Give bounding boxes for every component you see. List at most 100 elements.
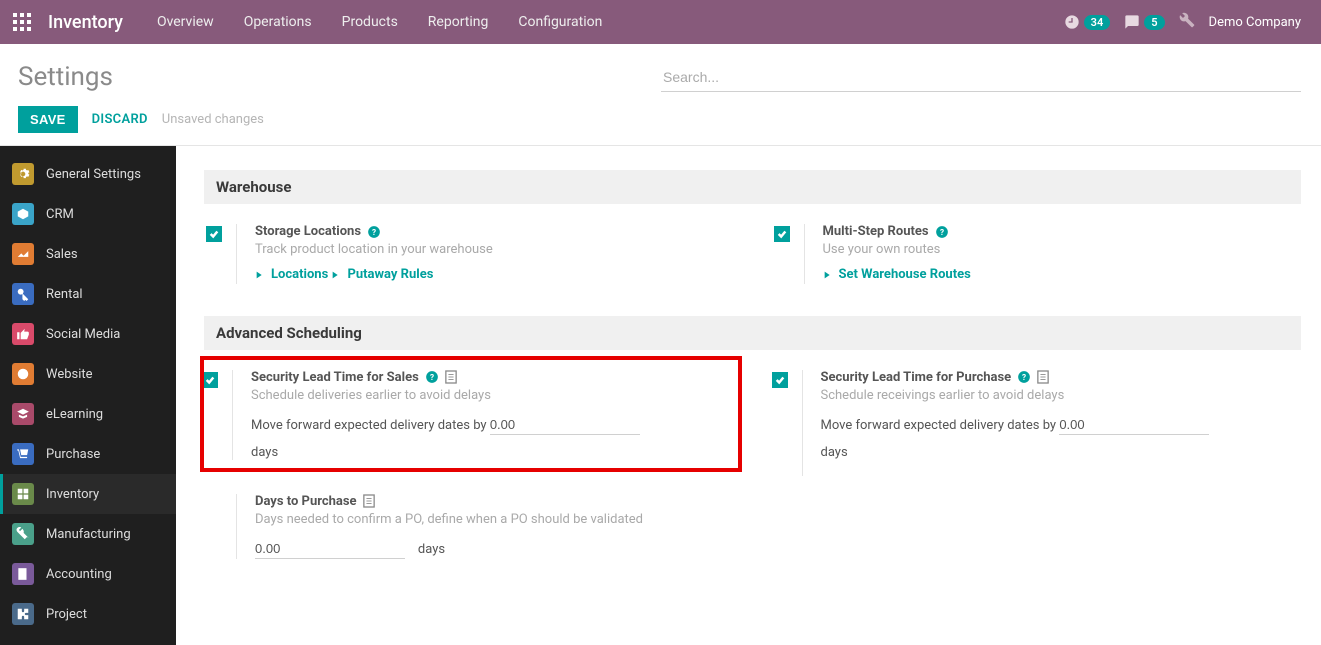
messages-count: 5 [1144,15,1164,30]
menu-products[interactable]: Products [330,0,410,44]
help-icon[interactable]: ? [425,370,439,384]
checkbox-multi-step-routes[interactable] [774,226,790,242]
clock-icon [1064,14,1080,30]
key-icon [16,287,30,301]
search-input[interactable] [661,63,1301,92]
unit-label: days [251,445,732,460]
book-icon [16,567,30,581]
setting-desc: Schedule deliveries earlier to avoid del… [251,388,732,403]
link-label: Locations [271,267,328,282]
messages-indicator[interactable]: 5 [1124,14,1164,30]
warehouse-row: Storage Locations ? Track product locati… [206,224,1301,284]
section-advanced-scheduling: Advanced Scheduling [204,316,1301,350]
graduation-icon [16,407,30,421]
field-label: Move forward expected delivery dates by [251,418,487,433]
doc-icon[interactable] [1037,370,1049,384]
page-title: Settings [18,62,113,92]
link-set-warehouse-routes[interactable]: Set Warehouse Routes [823,267,971,282]
boxes-icon [16,487,30,501]
setting-security-lead-time-sales: Security Lead Time for Sales ? Schedule … [202,358,740,470]
action-bar: SAVE DISCARD Unsaved changes [0,102,1321,145]
section-warehouse: Warehouse [204,170,1301,204]
apps-icon[interactable] [0,13,44,31]
setting-desc: Track product location in your warehouse [255,242,734,257]
advanced-row: Security Lead Time for Sales ? Schedule … [206,370,1301,476]
sidebar-item-inventory[interactable]: Inventory [0,474,176,514]
checkbox-security-lead-time-purchase[interactable] [772,372,788,388]
setting-title-label: Security Lead Time for Purchase [821,370,1012,385]
setting-desc: Days needed to confirm a PO, define when… [255,512,734,527]
setting-title-label: Multi-Step Routes [823,224,929,239]
checkbox-storage-locations[interactable] [206,226,222,242]
sidebar-item-crm[interactable]: CRM [0,194,176,234]
sidebar-item-label: Rental [46,287,83,302]
puzzle-icon [16,607,30,621]
globe-icon [16,367,30,381]
sidebar-item-website[interactable]: Website [0,354,176,394]
company-selector[interactable]: Demo Company [1209,15,1301,30]
settings-content: Warehouse Storage Locations ? Track prod… [176,146,1321,645]
days-to-purchase-row: Days to Purchase Days needed to confirm … [206,494,1301,559]
days-to-purchase-input[interactable] [255,539,405,559]
control-bar: Settings [0,44,1321,102]
help-icon[interactable]: ? [935,225,949,239]
setting-title-label: Security Lead Time for Sales [251,370,419,385]
topbar-right: 34 5 Demo Company [1064,12,1321,32]
doc-icon[interactable] [363,494,375,508]
sidebar-item-social-media[interactable]: Social Media [0,314,176,354]
setting-title-label: Days to Purchase [255,494,357,509]
arrow-right-icon [823,270,833,280]
topbar: Inventory Overview Operations Products R… [0,0,1321,44]
thumbs-up-icon [16,327,30,341]
activity-count: 34 [1084,15,1111,30]
link-label: Set Warehouse Routes [839,267,971,282]
link-locations[interactable]: Locations [255,267,328,282]
debug-icon[interactable] [1179,12,1195,32]
sidebar-item-project[interactable]: Project [0,594,176,634]
doc-icon[interactable] [445,370,457,384]
link-putaway-rules[interactable]: Putaway Rules [331,267,433,282]
link-label: Putaway Rules [347,267,433,282]
sidebar-item-label: Purchase [46,447,100,462]
svg-text:?: ? [372,226,376,236]
purchase-lead-time-input[interactable] [1059,415,1209,435]
save-button[interactable]: SAVE [18,106,78,133]
sidebar-item-label: Manufacturing [46,527,131,542]
top-menu: Overview Operations Products Reporting C… [145,0,614,44]
settings-sidebar: General Settings CRM Sales Rental Social… [0,146,176,645]
gear-icon [16,167,30,181]
checkbox-security-lead-time-sales[interactable] [202,372,218,388]
app-name[interactable]: Inventory [44,12,145,33]
sidebar-item-label: Social Media [46,327,120,342]
sidebar-item-label: Sales [46,247,78,262]
field-label: Move forward expected delivery dates by [821,418,1057,433]
menu-overview[interactable]: Overview [145,0,226,44]
arrow-right-icon [331,270,341,280]
discard-button[interactable]: DISCARD [92,112,148,127]
sidebar-item-general-settings[interactable]: General Settings [0,154,176,194]
sidebar-item-label: Inventory [46,487,99,502]
body: General Settings CRM Sales Rental Social… [0,145,1321,645]
cart-icon [16,447,30,461]
sidebar-item-purchase[interactable]: Purchase [0,434,176,474]
activity-indicator[interactable]: 34 [1064,14,1111,30]
sidebar-item-rental[interactable]: Rental [0,274,176,314]
unit-label: days [821,445,1302,460]
menu-operations[interactable]: Operations [232,0,324,44]
menu-configuration[interactable]: Configuration [506,0,614,44]
sidebar-item-label: Project [46,607,87,622]
sales-lead-time-input[interactable] [490,415,640,435]
sidebar-item-accounting[interactable]: Accounting [0,554,176,594]
sidebar-item-sales[interactable]: Sales [0,234,176,274]
help-icon[interactable]: ? [1017,370,1031,384]
menu-reporting[interactable]: Reporting [416,0,501,44]
sidebar-item-label: General Settings [46,167,141,182]
setting-days-to-purchase: Days to Purchase Days needed to confirm … [206,494,734,559]
svg-text:?: ? [1022,372,1026,382]
sidebar-item-manufacturing[interactable]: Manufacturing [0,514,176,554]
unit-label: days [418,542,445,557]
sidebar-item-elearning[interactable]: eLearning [0,394,176,434]
svg-text:?: ? [430,372,434,382]
setting-title-label: Storage Locations [255,224,361,239]
help-icon[interactable]: ? [367,225,381,239]
